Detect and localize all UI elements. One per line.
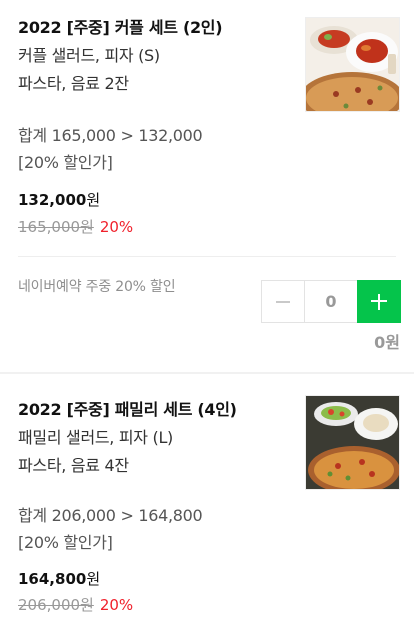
item-price: 164,800원 (18, 568, 100, 589)
price-unit: 원 (86, 570, 101, 588)
item-thumbnail[interactable] (305, 17, 400, 112)
item-sum-line1: 합계 165,000 > 132,000 (18, 126, 203, 145)
quantity-stepper: 0 (261, 280, 401, 323)
food-photo (306, 18, 399, 111)
menu-item-family-set: 2022 [주중] 패밀리 세트 (4인) 패밀리 샐러드, 피자 (L) 파스… (0, 374, 414, 619)
price-value: 164,800 (18, 570, 87, 588)
item-desc-line2: 파스타, 음료 2잔 (18, 74, 129, 93)
price-value: 132,000 (18, 191, 87, 209)
line-total: 0원 (374, 333, 400, 352)
item-sum-line1: 합계 206,000 > 164,800 (18, 506, 203, 525)
discount-rate: 20% (99, 596, 134, 614)
item-title: 2022 [주중] 패밀리 세트 (4인) (18, 400, 237, 419)
item-sum-line2: [20% 할인가] (18, 533, 113, 552)
item-original-price: 165,000원 20% (18, 216, 133, 237)
item-sum-line2: [20% 할인가] (18, 153, 113, 172)
original-price-value: 206,000원 (18, 596, 94, 614)
increase-quantity-button[interactable] (357, 280, 401, 323)
discount-rate: 20% (99, 218, 134, 236)
minus-icon (276, 300, 290, 303)
quantity-value[interactable]: 0 (305, 280, 357, 323)
naver-discount-note: 네이버예약 주중 20% 할인 (18, 279, 176, 295)
item-desc-line2: 파스타, 음료 4잔 (18, 456, 129, 475)
item-desc-line1: 패밀리 샐러드, 피자 (L) (18, 428, 174, 447)
food-photo (306, 396, 399, 489)
menu-item-couple-set: 2022 [주중] 커플 세트 (2인) 커플 샐러드, 피자 (S) 파스타,… (0, 0, 414, 372)
item-desc-line1: 커플 샐러드, 피자 (S) (18, 46, 160, 65)
item-original-price: 206,000원 20% (18, 594, 133, 615)
item-title: 2022 [주중] 커플 세트 (2인) (18, 18, 223, 37)
decrease-quantity-button[interactable] (261, 280, 305, 323)
item-thumbnail[interactable] (305, 395, 400, 490)
original-price-value: 165,000원 (18, 218, 94, 236)
divider (18, 256, 396, 257)
price-unit: 원 (86, 191, 101, 209)
item-price: 132,000원 (18, 189, 100, 210)
